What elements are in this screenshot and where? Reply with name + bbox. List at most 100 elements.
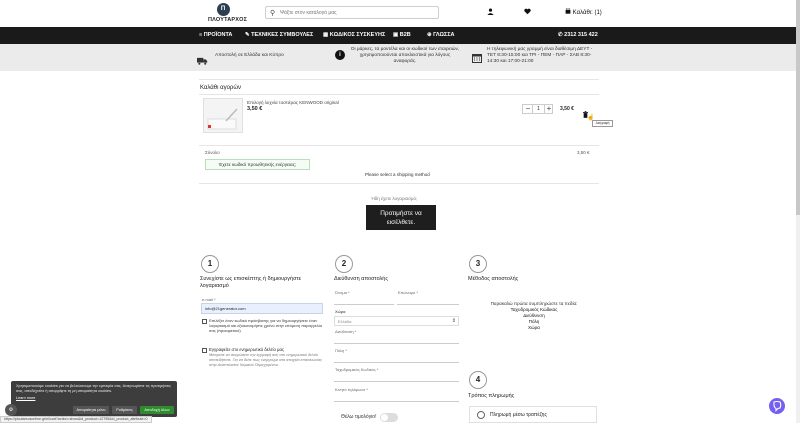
nav-item-label: B2B <box>399 32 411 38</box>
briefcase-icon: ▣ <box>393 32 399 38</box>
cookie-settings-button[interactable]: Ρυθμίσεις <box>112 406 137 414</box>
product-name[interactable]: Επιλογή λυχνία τοστιέρας KENWOOD origina… <box>247 100 339 105</box>
info-icon: i <box>335 50 345 60</box>
cookie-learn-more-link[interactable]: Learn more <box>16 396 35 400</box>
country-value: Ελλάδα <box>338 319 352 324</box>
quantity-value[interactable]: 1 <box>533 106 544 112</box>
scrollbar-thumb[interactable] <box>796 0 800 215</box>
cookie-text: Χρησιμοποιούμε cookies για να βελτιώσουμ… <box>16 384 171 393</box>
site-header: Π ΠΛΟΥΤΑΡΧΟΣ ⚲ Καλάθι: (1) <box>0 0 800 27</box>
address-field[interactable] <box>334 334 459 344</box>
divider <box>199 94 599 95</box>
country-label: Χώρα <box>335 309 346 314</box>
divider <box>199 145 599 146</box>
newsletter-label: Εγγραφείτε στο ενημερωτικό δελτίο μας <box>209 347 285 352</box>
payment-option[interactable]: Πληρωμή μέσω τραπέζης <box>469 406 597 423</box>
product-image[interactable] <box>203 98 243 133</box>
quantity-increase-button[interactable]: + <box>545 104 553 113</box>
step-title: Συνεχίστε ως επισκέπτης ή δημιουργήστε λ… <box>200 276 302 289</box>
step-title: Τρόπος πληρωμής <box>468 393 515 399</box>
chevron-updown-icon: ⇕ <box>451 318 456 324</box>
divider <box>199 79 599 80</box>
cart-title: Καλάθι αγορών <box>200 85 242 91</box>
phone-icon: ✆ <box>558 32 563 38</box>
city-field[interactable] <box>334 353 459 363</box>
nav-item-language[interactable]: ⊕ ΓΛΩΣΣΑ <box>427 32 455 38</box>
quantity-decrease-button[interactable]: − <box>524 104 532 113</box>
total-value: 3,50 € <box>577 150 590 155</box>
newsletter-note: Μπορείτε να ακυρώσετε την εγγραφή σας στ… <box>209 353 323 367</box>
payment-radio[interactable] <box>477 411 485 419</box>
delete-tooltip: Διαγραφή <box>592 120 613 127</box>
shipping-method-note: Please select a shipping method <box>365 172 430 177</box>
user-icon[interactable] <box>487 8 494 17</box>
create-account-checkbox[interactable] <box>202 319 207 324</box>
nav-phone[interactable]: ✆ 2312 315 422 <box>558 32 598 38</box>
logo-mark: Π <box>216 3 230 16</box>
first-name-field[interactable] <box>334 295 394 305</box>
cookie-essential-button[interactable]: Απαραίτητα μόνο <box>73 406 109 414</box>
shipping-note: Αποστολή σε Ελλάδα και Κύπρο <box>215 53 284 58</box>
product-price: 3,50 € <box>247 106 263 112</box>
truck-icon <box>197 52 208 70</box>
nav-item-label: ΚΩΔΙΚΟΣ ΣΥΣΚΕΥΗΣ <box>329 32 386 38</box>
site-logo[interactable]: Π ΠΛΟΥΤΑΡΧΟΣ <box>208 3 248 27</box>
phone-number: 2312 315 422 <box>564 32 598 38</box>
create-account-label: Επιλέξτε έναν κωδικό πρόσβασης για να δη… <box>209 318 322 333</box>
brand-notice: Οι μάρκες, τα μοντέλα και οι κωδικοί των… <box>350 47 460 64</box>
email-label: e-mail * <box>202 297 216 302</box>
search-input[interactable] <box>280 8 430 18</box>
search-box: ⚲ <box>265 6 439 19</box>
globe-icon: ⊕ <box>427 32 432 38</box>
step-title: Διεύθυνση αποστολής <box>334 276 389 282</box>
last-name-field[interactable] <box>397 295 459 305</box>
status-url: https://ploutarxosonline.gr/el/cart?acti… <box>0 416 152 423</box>
nav-item-label: ΤΕΧΝΙΚΕΣ ΣΥΜΒΟΥΛΕΣ <box>251 32 314 38</box>
login-button[interactable]: Προτιμήστε να εισέλθετε. <box>366 205 436 230</box>
calendar-icon <box>472 50 482 68</box>
country-select[interactable]: Ελλάδα ⇕ <box>334 316 459 326</box>
page: { "header": { "logo_text": "ΠΛΟΥΤΑΡΧΟΣ",… <box>0 0 800 423</box>
required-field: Χώρα <box>528 325 540 330</box>
divider <box>199 183 599 184</box>
total-label: Σύνολο <box>205 150 220 155</box>
invoice-label: Θέλω τιμολόγιο! <box>341 414 377 420</box>
main-nav: ≡ ΠΡΟΪΟΝΤΑ ✎ ΤΕΧΝΙΚΕΣ ΣΥΜΒΟΥΛΕΣ ▦ ΚΩΔΙΚΟ… <box>0 27 800 44</box>
cart-link[interactable]: Καλάθι: (1) <box>565 7 602 16</box>
newsletter-checkbox[interactable] <box>202 348 207 353</box>
payment-option-label: Πληρωμή μέσω τραπέζης <box>490 412 547 418</box>
quantity-stepper: − 1 + <box>522 104 553 114</box>
invoice-toggle[interactable] <box>380 413 398 422</box>
cart-icon <box>565 7 573 16</box>
viber-icon[interactable] <box>769 398 785 414</box>
login-prompt: Ήδη έχετε λογαριασμό; <box>371 196 418 201</box>
shipping-required-fields: Παρακαλώ πρώτα συμπληρώστε τα πεδία: Ταχ… <box>480 292 588 352</box>
phone-field[interactable] <box>334 392 459 402</box>
nav-item-products[interactable]: ≡ ΠΡΟΪΟΝΤΑ <box>199 32 232 38</box>
postcode-field[interactable] <box>334 372 459 382</box>
cookie-accept-all-button[interactable]: Αποδοχή όλων <box>140 406 174 414</box>
logo-text: ΠΛΟΥΤΑΡΧΟΣ <box>208 17 248 23</box>
wrench-icon: ✎ <box>245 32 250 38</box>
search-icon[interactable]: ⚲ <box>270 9 275 17</box>
hours-notice: Η τηλεφωνική μας γραμμή είναι διαθέσιμη … <box>487 47 593 64</box>
menu-icon: ≡ <box>199 32 203 38</box>
scrollbar[interactable] <box>796 0 800 423</box>
cookie-settings-icon[interactable]: ⚙ <box>5 404 17 416</box>
cart-label: Καλάθι: (1) <box>572 10 602 16</box>
heart-icon[interactable] <box>524 8 531 17</box>
cookie-banner: Χρησιμοποιούμε cookies για να βελτιώσουμ… <box>11 381 177 417</box>
info-bar: Αποστολή σε Ελλάδα και Κύπρο i Οι μάρκες… <box>0 44 800 71</box>
step-title: Μέθοδος αποστολής <box>468 276 519 282</box>
grid-icon: ▦ <box>323 32 329 38</box>
toggle-knob <box>381 414 388 421</box>
step-number: 2 <box>335 255 353 273</box>
nav-item-tips[interactable]: ✎ ΤΕΧΝΙΚΕΣ ΣΥΜΒΟΥΛΕΣ <box>245 32 313 38</box>
coupon-button[interactable]: Έχετε κωδικό προωθητικής ενέργειας; <box>205 159 310 170</box>
email-field[interactable] <box>201 303 323 314</box>
nav-item-device-code[interactable]: ▦ ΚΩΔΙΚΟΣ ΣΥΣΚΕΥΗΣ <box>323 32 385 38</box>
step-number: 3 <box>469 255 487 273</box>
nav-item-b2b[interactable]: ▣ B2B <box>393 32 411 38</box>
step-number: 4 <box>469 371 487 389</box>
nav-item-label: ΠΡΟΪΟΝΤΑ <box>203 32 233 38</box>
